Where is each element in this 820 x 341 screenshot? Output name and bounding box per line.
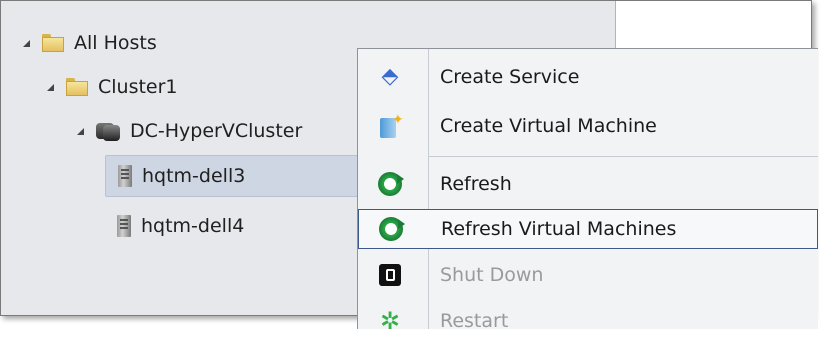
expander-icon[interactable] (23, 39, 30, 47)
menu-item-label: Shut Down (440, 264, 544, 286)
expander-icon[interactable] (47, 83, 54, 91)
expander-icon[interactable] (77, 127, 84, 135)
menu-item-refresh-virtual-machines[interactable]: Refresh Virtual Machines (358, 209, 818, 249)
folder-icon (66, 78, 88, 96)
tree-node-label: DC-HyperVCluster (130, 120, 303, 142)
menu-item-label: Create Virtual Machine (440, 115, 657, 137)
tree-node-cluster1[interactable]: Cluster1 (47, 71, 178, 103)
tree-node-hyperv-cluster[interactable]: DC-HyperVCluster (77, 115, 302, 147)
server-icon (117, 215, 131, 237)
menu-item-refresh[interactable]: Refresh (358, 164, 818, 204)
menu-item-restart[interactable]: ✲ Restart (358, 301, 818, 341)
menu-item-create-service[interactable]: ⬘ Create Service (358, 57, 818, 97)
menu-item-label: Create Service (440, 66, 580, 88)
tree-node-host-hqtm-dell4[interactable]: hqtm-dell4 (117, 210, 244, 242)
tree-node-label: hqtm-dell4 (141, 215, 245, 237)
create-service-icon: ⬘ (381, 64, 399, 89)
tree-node-label: All Hosts (74, 32, 157, 54)
restart-icon: ✲ (379, 307, 401, 335)
tree-node-all-hosts[interactable]: All Hosts (23, 27, 157, 59)
folder-icon (42, 34, 64, 52)
tree-node-label: hqtm-dell3 (142, 165, 246, 187)
power-icon (376, 261, 404, 289)
tree-node-host-hqtm-dell3[interactable]: hqtm-dell3 (105, 155, 365, 197)
create-vm-icon: ✦ (376, 112, 404, 140)
menu-item-shut-down[interactable]: Shut Down (358, 255, 818, 295)
server-icon (118, 165, 132, 187)
tree-node-label: Cluster1 (98, 76, 178, 98)
refresh-icon (377, 215, 405, 243)
menu-separator (428, 156, 818, 157)
cluster-icon (96, 121, 120, 141)
menu-item-create-virtual-machine[interactable]: ✦ Create Virtual Machine (358, 106, 818, 146)
menu-item-label: Refresh (440, 173, 512, 195)
menu-item-label: Refresh Virtual Machines (441, 218, 677, 240)
refresh-icon (376, 170, 404, 198)
context-menu: ⬘ Create Service ✦ Create Virtual Machin… (357, 48, 818, 333)
menu-item-label: Restart (440, 310, 509, 332)
